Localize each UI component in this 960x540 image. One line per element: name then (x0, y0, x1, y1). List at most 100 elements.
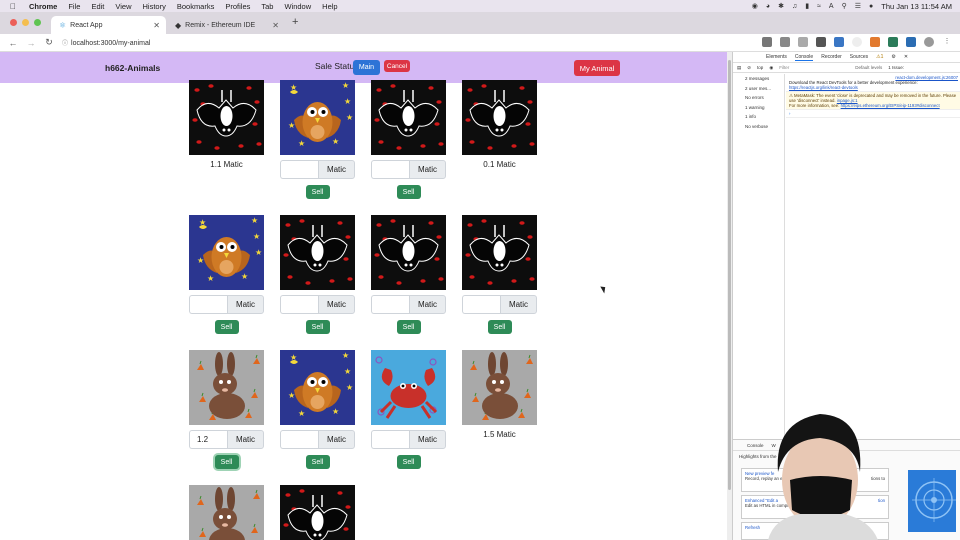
tab-recorder[interactable]: Recorder (821, 54, 842, 60)
eye-icon[interactable]: ◉ (769, 65, 773, 71)
sell-button[interactable]: Sell (214, 455, 239, 469)
close-icon[interactable]: ✕ (904, 54, 908, 60)
sell-button[interactable]: Sell (305, 455, 330, 469)
bluetooth-icon[interactable]: ✱ (778, 2, 784, 10)
menu-history[interactable]: History (143, 2, 166, 11)
back-icon[interactable]: ← (8, 38, 18, 48)
sidebar-verbose[interactable]: No verbose (733, 122, 784, 132)
tab-elements[interactable]: Elements (766, 54, 787, 60)
devtools-tabs: Elements Console Recorder Sources ⚠1 ⚙ ✕ (733, 52, 960, 63)
context-select[interactable]: top (757, 65, 763, 70)
console-prompt[interactable]: › (786, 110, 960, 118)
animal-card: 1.5 Matic (462, 350, 537, 439)
metamask-icon[interactable] (870, 37, 880, 47)
matic-unit-label: Matic (318, 160, 355, 179)
battery-icon[interactable]: ▮ (805, 2, 809, 10)
reload-icon[interactable]: ↻ (44, 37, 54, 48)
main-button[interactable]: Main (353, 60, 380, 75)
price-input[interactable]: 1.2 (189, 430, 227, 449)
sidebar-user-messages[interactable]: 2 user mes... (733, 84, 784, 94)
gear-icon[interactable]: ⚙ (891, 54, 895, 60)
price-input[interactable] (462, 295, 500, 314)
issues-badge[interactable]: 1 Issue: (888, 65, 904, 70)
extension-icon[interactable] (834, 37, 844, 47)
menu-window[interactable]: Window (284, 2, 311, 11)
control-center-icon[interactable]: ☰ (855, 2, 861, 10)
menubar-status: ◉ ◕ ✱ ♫ ▮ ≈ A ⚲ ☰ ● Thu Jan 13 11:54 AM (752, 0, 952, 12)
sidebar-toggle-icon[interactable]: ▤ (737, 65, 741, 71)
tab-remix[interactable]: ◆ Remix - Ethereum IDE ✕ (167, 16, 285, 34)
levels-select[interactable]: Default levels (855, 65, 882, 70)
menu-tab[interactable]: Tab (261, 2, 273, 11)
price-input[interactable] (371, 160, 409, 179)
menu-profiles[interactable]: Profiles (225, 2, 250, 11)
sell-button[interactable]: Sell (305, 185, 330, 199)
price-input[interactable] (280, 295, 318, 314)
clear-console-icon[interactable]: ⊘ (747, 65, 751, 71)
sell-button[interactable]: Sell (396, 455, 421, 469)
sidebar-warnings[interactable]: 1 warning (733, 103, 784, 113)
price-input[interactable] (371, 295, 409, 314)
keyboard-icon[interactable]: A (829, 3, 834, 10)
close-tab-icon[interactable]: ✕ (272, 21, 279, 30)
kebab-menu-icon[interactable]: ⋮ (942, 37, 952, 47)
zoom-window-button[interactable] (34, 19, 41, 26)
menu-app[interactable]: Chrome (29, 2, 57, 11)
record-icon[interactable]: ◕ (766, 3, 770, 10)
extension-icon[interactable] (816, 37, 826, 47)
filter-input[interactable]: Filter (779, 65, 849, 70)
menu-file[interactable]: File (68, 2, 80, 11)
price-input[interactable] (371, 430, 409, 449)
close-tab-icon[interactable]: ✕ (153, 21, 160, 30)
url-field[interactable]: ⓘ localhost:3000/my-animal (62, 38, 150, 47)
devtools-link[interactable]: https://reactjs.org/link/react-devtools (789, 85, 858, 90)
sell-button[interactable]: Sell (305, 320, 330, 334)
new-tab-icon[interactable]: + (292, 16, 298, 28)
close-window-button[interactable] (10, 19, 17, 26)
animal-card: 0.1 Matic (462, 80, 537, 169)
share-icon[interactable] (780, 37, 790, 47)
scrollbar-thumb[interactable] (728, 60, 731, 490)
tab-sources[interactable]: Sources (850, 54, 868, 60)
eip-link[interactable]: https://eips.ethereum.org/EIPS/eip-1193#… (841, 103, 940, 108)
sell-button[interactable]: Sell (214, 320, 239, 334)
console-sidebar: 2 messages 2 user mes... No errors 1 war… (733, 74, 785, 439)
extension-icon[interactable] (852, 37, 862, 47)
sell-button[interactable]: Sell (487, 320, 512, 334)
wifi-icon[interactable]: ≈ (817, 3, 821, 10)
bell-icon[interactable]: ♫ (792, 3, 797, 10)
tab-react-app[interactable]: ⚛ React App ✕ (51, 16, 166, 34)
sell-button[interactable]: Sell (396, 185, 421, 199)
search-icon[interactable]: ⚲ (842, 2, 847, 10)
warning-count-badge[interactable]: ⚠1 (876, 54, 883, 60)
profile-avatar[interactable] (924, 37, 934, 47)
brand-title[interactable]: h662-Animals (105, 63, 160, 73)
sidebar-errors[interactable]: No errors (733, 93, 784, 103)
sidebar-label: No verbose (745, 123, 769, 129)
menu-help[interactable]: Help (322, 2, 337, 11)
siri-icon[interactable]: ● (869, 3, 873, 10)
my-animal-button[interactable]: My Animal (574, 60, 620, 76)
puzzle-icon[interactable] (906, 37, 916, 47)
animal-card: ★ ★ ★ ★ ★ ★ ★ Matic Sell (189, 215, 264, 334)
sidebar-info[interactable]: 1 info (733, 112, 784, 122)
sidebar-messages[interactable]: 2 messages (733, 74, 784, 84)
menu-bookmarks[interactable]: Bookmarks (177, 2, 215, 11)
price-input[interactable] (189, 295, 227, 314)
extension-icon[interactable] (888, 37, 898, 47)
price-input[interactable] (280, 430, 318, 449)
bookmark-star-icon[interactable] (798, 37, 808, 47)
menu-edit[interactable]: Edit (91, 2, 104, 11)
menubar-clock[interactable]: Thu Jan 13 11:54 AM (881, 2, 952, 11)
menu-view[interactable]: View (115, 2, 131, 11)
price-input[interactable] (280, 160, 318, 179)
forward-icon[interactable]: → (26, 38, 36, 48)
bat-image (462, 80, 537, 155)
tab-console[interactable]: Console (794, 54, 814, 61)
apple-icon[interactable]:  (8, 2, 18, 11)
install-icon[interactable] (762, 37, 772, 47)
minimize-window-button[interactable] (22, 19, 29, 26)
creative-cloud-icon[interactable]: ◉ (752, 2, 758, 10)
cancel-button[interactable]: Cancel (384, 60, 410, 72)
sell-button[interactable]: Sell (396, 320, 421, 334)
